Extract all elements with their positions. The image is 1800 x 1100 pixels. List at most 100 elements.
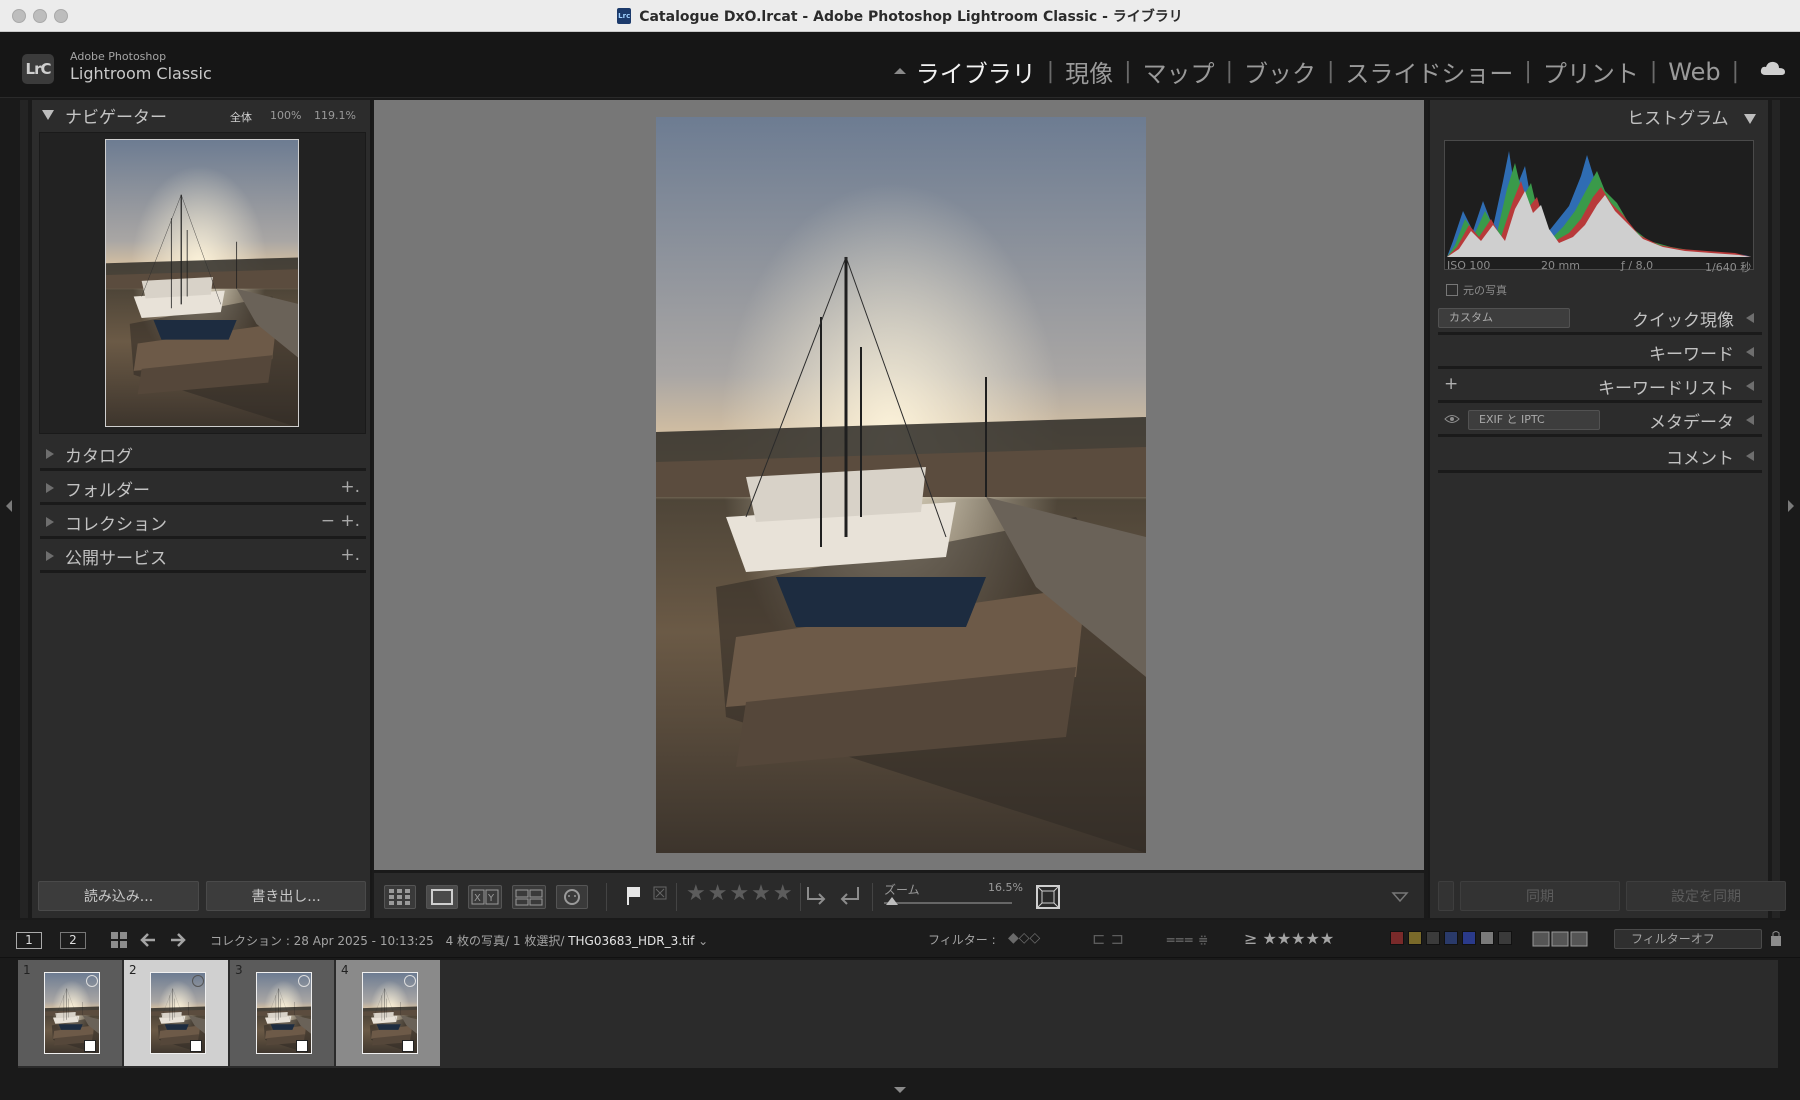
quick-develop-section[interactable]: カスタム クイック現像 [1438, 302, 1762, 335]
next-arrow-icon[interactable] [168, 931, 186, 949]
collapse-right-panel-icon[interactable] [1788, 500, 1794, 512]
catalog-file-icon: Lrc [617, 7, 632, 24]
collapse-left-panel-icon[interactable] [6, 500, 12, 512]
flag-filter-icons[interactable]: ◆◇◇ [1008, 930, 1040, 946]
collapse-filmstrip-icon[interactable] [894, 1087, 906, 1093]
add-folder-button[interactable]: +. [340, 477, 360, 497]
survey-view-button[interactable] [512, 885, 546, 909]
eye-icon[interactable] [1444, 412, 1460, 426]
loupe-view[interactable] [374, 100, 1424, 870]
module-print[interactable]: プリント [1543, 54, 1639, 89]
folders-section[interactable]: フォルダー +. [40, 472, 366, 505]
original-photo-toggle[interactable]: 元の写真 [1446, 282, 1507, 298]
quick-collection-marker-icon[interactable] [192, 975, 204, 987]
comments-section[interactable]: コメント [1438, 440, 1762, 473]
zoom-window-button[interactable] [54, 9, 68, 23]
minimize-window-button[interactable] [33, 9, 47, 23]
color-label-red[interactable] [1390, 931, 1404, 945]
collections-section[interactable]: コレクション − +. [40, 506, 366, 539]
navigator-thumbnail[interactable] [105, 139, 299, 427]
rating-stars[interactable]: ★★★★★ [686, 881, 795, 906]
quick-collection-marker-icon[interactable] [298, 975, 310, 987]
export-button[interactable]: 書き出し... [206, 881, 366, 911]
zoom-custom-option[interactable]: 119.1% [314, 109, 356, 122]
color-label-custom[interactable] [1480, 931, 1494, 945]
color-label-yellow[interactable] [1408, 931, 1422, 945]
zoom-value: 16.5% [988, 881, 1023, 894]
add-publish-service-button[interactable]: +. [340, 545, 360, 565]
library-toolbar: XY ★★★★★ ズーム 16.5% [374, 872, 1424, 918]
color-label-none[interactable] [1498, 931, 1512, 945]
collections-actions[interactable]: − +. [321, 511, 360, 531]
quick-collection-marker-icon[interactable] [404, 975, 416, 987]
close-window-button[interactable] [12, 9, 26, 23]
toolbar-options-icon[interactable] [1390, 889, 1410, 905]
zoom-100-option[interactable]: 100% [270, 109, 301, 122]
filmstrip-cell-selected[interactable]: 2 [124, 960, 228, 1066]
rotate-left-icon[interactable] [802, 883, 830, 909]
navigator-header[interactable]: ナビゲーター 全体 100% 119.1% [32, 100, 372, 130]
module-map[interactable]: マップ [1143, 54, 1215, 89]
navigator-preview[interactable] [39, 132, 366, 434]
catalog-section[interactable]: カタログ [40, 438, 366, 471]
flag-pick-icon[interactable] [624, 885, 642, 907]
main-photo[interactable] [656, 117, 1146, 853]
previous-arrow-icon[interactable] [140, 931, 158, 949]
module-web[interactable]: Web [1668, 58, 1720, 86]
photo-count: 4 枚の写真/ 1 枚選択/ [445, 934, 565, 948]
keywording-section[interactable]: キーワード [1438, 336, 1762, 369]
people-view-button[interactable] [556, 885, 588, 909]
import-button[interactable]: 読み込み... [38, 881, 199, 911]
left-panel-scrollbar[interactable] [20, 100, 28, 918]
sync-settings-button[interactable]: 設定を同期 [1626, 881, 1786, 911]
secondary-window-button[interactable]: 2 [60, 932, 86, 949]
quick-collection-marker-icon[interactable] [86, 975, 98, 987]
saved-preset-select[interactable]: カスタム [1438, 308, 1570, 328]
rating-filter[interactable]: ≥ ★★★★★ [1244, 929, 1334, 948]
zoom-slider-handle[interactable] [886, 897, 898, 905]
collapse-top-panel-icon[interactable] [894, 68, 906, 74]
publish-services-section[interactable]: 公開サービス +. [40, 540, 366, 573]
filmstrip-cell[interactable]: 4 [336, 960, 440, 1066]
auto-sync-switch[interactable] [1438, 881, 1454, 911]
flag-reject-icon[interactable] [652, 885, 668, 907]
loupe-view-button[interactable] [426, 885, 458, 909]
color-label-blue[interactable] [1444, 931, 1458, 945]
primary-window-button[interactable]: 1 [16, 932, 42, 949]
copy-status-icons[interactable] [1532, 930, 1588, 948]
crop-overlay-icon[interactable] [1034, 883, 1062, 911]
zoom-slider[interactable] [884, 902, 1012, 904]
add-keyword-button[interactable]: + [1444, 374, 1458, 394]
filmstrip-cell[interactable]: 3 [230, 960, 334, 1066]
color-label-green[interactable] [1426, 931, 1440, 945]
compare-view-button[interactable]: XY [468, 885, 502, 909]
keyword-list-section[interactable]: + キーワードリスト [1438, 370, 1762, 403]
sync-button[interactable]: 同期 [1460, 881, 1620, 911]
cloud-sync-icon[interactable] [1760, 60, 1786, 76]
original-photo-checkbox[interactable] [1446, 284, 1458, 296]
histogram[interactable]: ISO 100 20 mm ƒ / 8,0 1/640 秒 [1444, 140, 1754, 274]
edited-filter-icons[interactable]: ⊏ ⊐ [1092, 929, 1124, 948]
histogram-header[interactable]: ヒストグラム [1627, 104, 1756, 129]
filter-preset-select[interactable]: フィルターオフ [1614, 929, 1762, 949]
module-book[interactable]: ブック [1244, 54, 1316, 89]
rotate-right-icon[interactable] [836, 883, 864, 909]
filmstrip-cell[interactable]: 1 [18, 960, 122, 1066]
source-info[interactable]: コレクション : 28 Apr 2025 - 10:13:25 4 枚の写真/ … [210, 932, 708, 949]
adjust-filter-icons[interactable]: ⩶ ⩷ [1166, 929, 1208, 949]
svg-text:X: X [474, 893, 481, 904]
zoom-fit-option[interactable]: 全体 [230, 109, 252, 125]
metadata-section[interactable]: EXIF と IPTC メタデータ [1438, 404, 1762, 437]
grid-icon[interactable] [110, 931, 128, 949]
filter-lock-icon[interactable] [1770, 930, 1782, 948]
disclosure-down-icon[interactable] [42, 110, 54, 120]
grid-view-button[interactable] [384, 885, 416, 909]
metadata-preset-select[interactable]: EXIF と IPTC [1468, 410, 1600, 430]
module-slideshow[interactable]: スライドショー [1345, 54, 1513, 89]
right-panel-scrollbar[interactable] [1772, 100, 1780, 918]
color-label-purple[interactable] [1462, 931, 1476, 945]
module-develop[interactable]: 現像 [1065, 54, 1113, 89]
module-library[interactable]: ライブラリ [916, 54, 1036, 89]
edit-badge-icon [84, 1040, 96, 1052]
cell-number: 2 [129, 963, 137, 977]
